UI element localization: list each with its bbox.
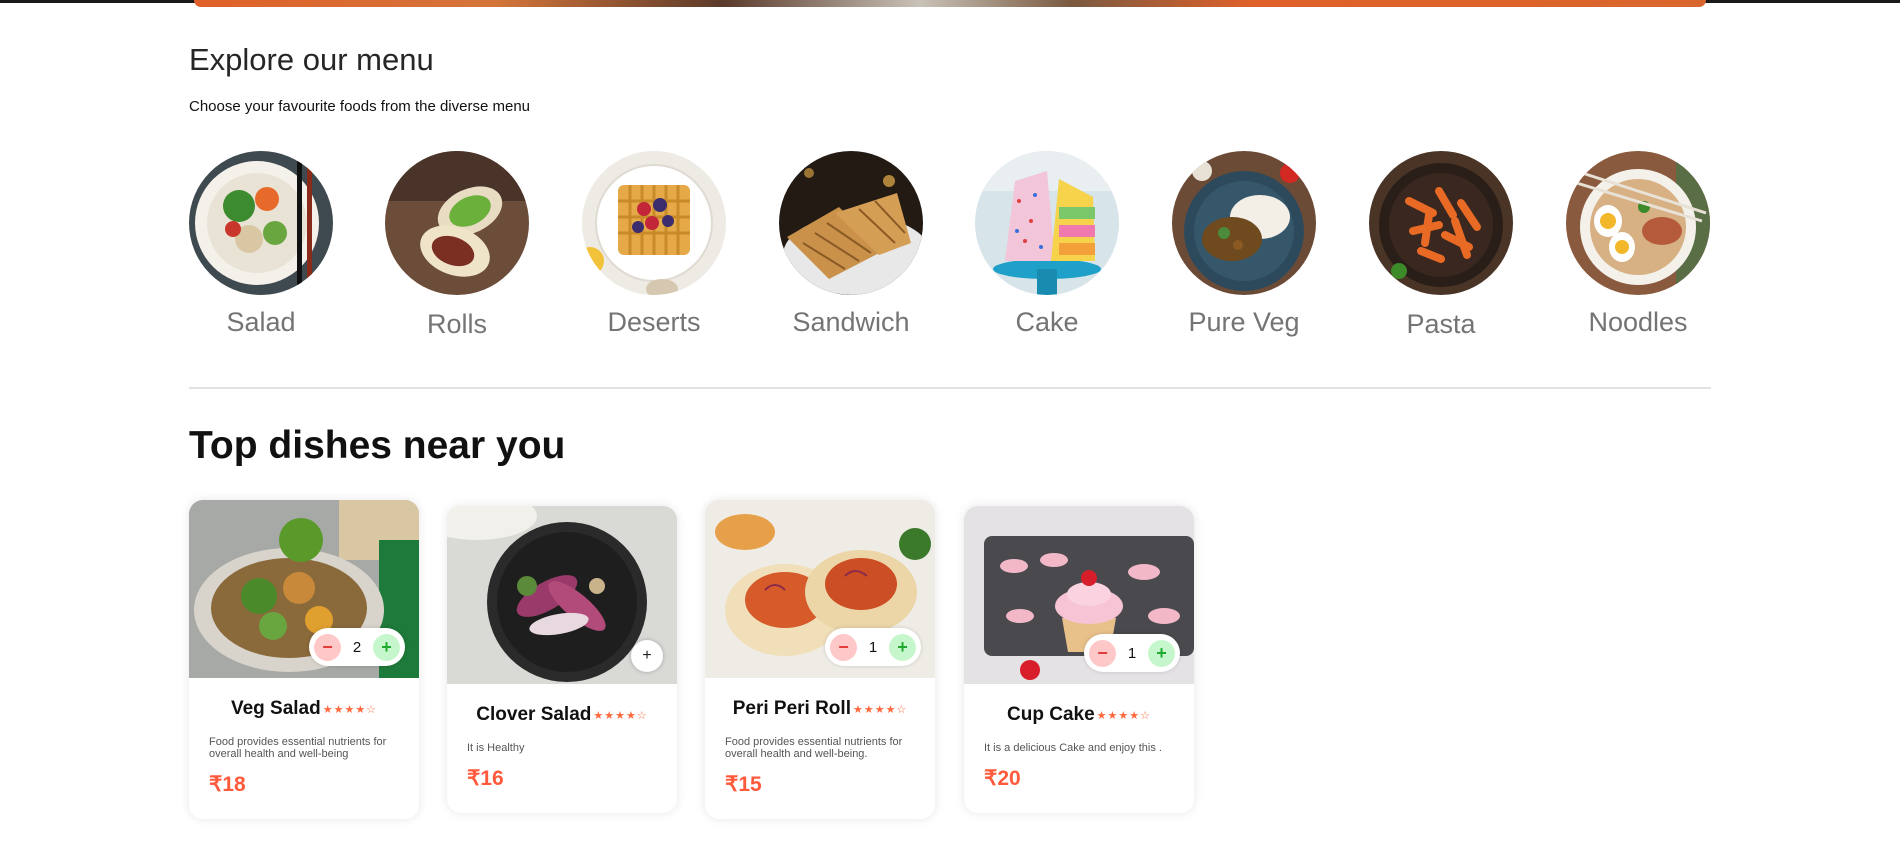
menu-item-label: Cake: [1015, 307, 1079, 337]
dish-card-clover-salad[interactable]: + Clover Salad ★★★★☆ It is Healthy ₹16: [447, 506, 677, 813]
dish-price: ₹20: [984, 767, 1021, 790]
quantity-stepper: − 1 +: [825, 628, 921, 666]
explore-menu-title: Explore our menu: [189, 42, 434, 77]
menu-item-salad[interactable]: Salad: [189, 151, 333, 338]
dish-card-peri-peri-roll[interactable]: − 1 + Peri Peri Roll ★★★★☆ Food provides…: [705, 500, 935, 819]
explore-menu-subtitle: Choose your favourite foods from the div…: [189, 98, 531, 115]
increment-button[interactable]: +: [1148, 639, 1175, 667]
noodles-image: [1566, 151, 1710, 295]
menu-item-label: Pasta: [1406, 309, 1476, 339]
salad-image: [189, 151, 333, 295]
dish-price: ₹18: [209, 773, 246, 796]
quantity-stepper: − 1 +: [1084, 634, 1180, 672]
dish-description: Food provides essential nutrients for ov…: [209, 736, 387, 760]
menu-category-list: Salad Rolls Deserts Sandwich Cake Pure V…: [189, 151, 1711, 351]
clover-salad-image: +: [447, 506, 677, 684]
quantity-value: 1: [1127, 644, 1137, 662]
dish-name: Peri Peri Roll: [732, 698, 851, 719]
menu-item-pure-veg[interactable]: Pure Veg: [1172, 151, 1316, 338]
menu-item-label: Pure Veg: [1188, 307, 1300, 337]
cake-image: [975, 151, 1119, 295]
deserts-image: [582, 151, 726, 295]
decrement-button[interactable]: −: [1089, 639, 1116, 667]
menu-item-label: Deserts: [607, 307, 701, 337]
rating-stars-icon: ★★★★☆: [322, 703, 378, 716]
veg-salad-image: − 2 +: [189, 500, 419, 678]
menu-item-pasta[interactable]: Pasta: [1369, 151, 1513, 340]
menu-item-rolls[interactable]: Rolls: [385, 151, 529, 340]
dish-name: Veg Salad: [230, 698, 321, 719]
dish-description: It is Healthy: [467, 742, 525, 754]
add-to-cart-button[interactable]: +: [631, 640, 663, 672]
menu-item-label: Noodles: [1588, 307, 1688, 337]
top-dishes-title: Top dishes near you: [189, 424, 566, 467]
menu-item-label: Salad: [226, 307, 296, 337]
menu-item-cake[interactable]: Cake: [975, 151, 1119, 338]
dish-info: Veg Salad ★★★★☆ Food provides essential …: [189, 678, 419, 819]
dish-card-veg-salad[interactable]: − 2 + Veg Salad ★★★★☆ Food provides esse…: [189, 500, 419, 819]
dish-name: Cup Cake: [1007, 704, 1095, 725]
peri-peri-roll-image: − 1 +: [705, 500, 935, 678]
rating-stars-icon: ★★★★☆: [1096, 709, 1151, 722]
rating-stars-icon: ★★★★☆: [593, 709, 648, 722]
dish-description: It is a delicious Cake and enjoy this .: [984, 742, 1162, 754]
menu-item-noodles[interactable]: Noodles: [1566, 151, 1710, 338]
menu-item-label: Sandwich: [792, 307, 910, 337]
pasta-image: [1369, 151, 1513, 295]
quantity-value: 1: [868, 638, 878, 656]
menu-item-deserts[interactable]: Deserts: [582, 151, 726, 338]
dish-name: Clover Salad: [476, 704, 592, 725]
hero-banner-edge: [194, 0, 1706, 7]
increment-button[interactable]: +: [889, 633, 916, 661]
dish-info: Clover Salad ★★★★☆ It is Healthy ₹16: [447, 684, 677, 813]
menu-item-sandwich[interactable]: Sandwich: [779, 151, 923, 338]
cup-cake-image: − 1 +: [964, 506, 1194, 684]
decrement-button[interactable]: −: [314, 633, 341, 661]
dish-price: ₹16: [467, 767, 504, 790]
pure-veg-image: [1172, 151, 1316, 295]
quantity-value: 2: [352, 638, 362, 656]
rolls-image: [385, 151, 529, 295]
sandwich-image: [779, 151, 923, 295]
decrement-button[interactable]: −: [830, 633, 857, 661]
rating-stars-icon: ★★★★☆: [852, 703, 908, 716]
increment-button[interactable]: +: [373, 633, 400, 661]
dish-info: Peri Peri Roll ★★★★☆ Food provides essen…: [705, 678, 935, 819]
section-divider: [189, 387, 1711, 389]
menu-item-label: Rolls: [426, 309, 487, 339]
dish-price: ₹15: [725, 773, 762, 796]
dish-info: Cup Cake ★★★★☆ It is a delicious Cake an…: [964, 684, 1194, 813]
quantity-stepper: − 2 +: [309, 628, 405, 666]
dish-description: Food provides essential nutrients for ov…: [725, 736, 903, 760]
dish-card-cup-cake[interactable]: − 1 + Cup Cake ★★★★☆ It is a delicious C…: [964, 506, 1194, 813]
